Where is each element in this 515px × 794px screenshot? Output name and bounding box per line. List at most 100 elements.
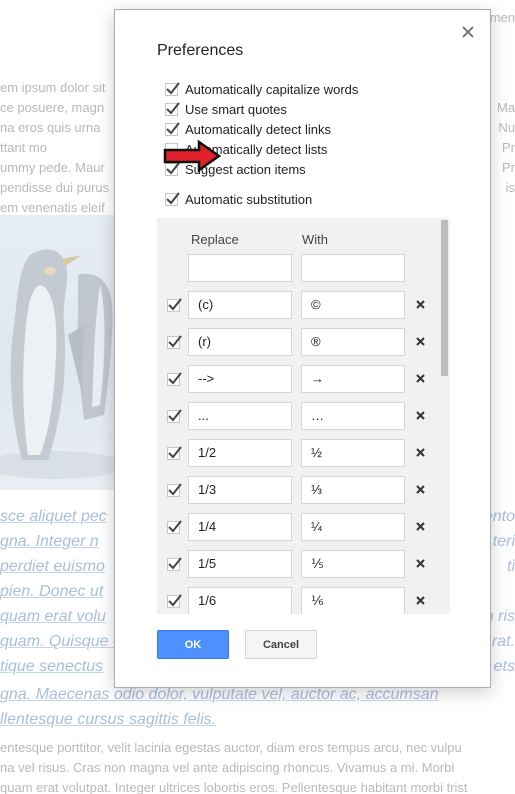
doc-link-line-right: ti: [507, 558, 515, 575]
doc-link-line: pien. Donec ut: [0, 583, 104, 600]
with-input[interactable]: ©: [301, 291, 405, 319]
with-input[interactable]: ½: [301, 439, 405, 467]
doc-line: na vel risus. Cras non magna vel ante ad…: [0, 760, 455, 775]
doc-link-line: gna. Maecenas odio dolor, vulputate vel,…: [0, 686, 439, 703]
row-checkbox[interactable]: [167, 594, 182, 608]
red-arrow-icon: [163, 139, 222, 173]
with-input[interactable]: ¼: [301, 513, 405, 541]
doc-link-line: gna. Integer n: [0, 533, 99, 550]
table-row: (r) ®: [157, 328, 440, 356]
checkmark-icon: [166, 191, 180, 204]
delete-icon[interactable]: [415, 410, 426, 421]
delete-icon[interactable]: [415, 595, 426, 606]
checkmark-icon: [168, 483, 182, 496]
automatic-substitution-checkbox[interactable]: [165, 191, 180, 206]
doc-line: na eros quis urna: [0, 120, 101, 135]
table-row: 1/3 ⅓: [157, 476, 440, 504]
table-row: --> →: [157, 365, 440, 393]
replace-input[interactable]: 1/4: [188, 513, 292, 541]
new-with-input[interactable]: [301, 254, 405, 282]
substitution-table: Replace With (c) © (r) ® --> → ... … 1/2…: [157, 218, 450, 614]
delete-icon[interactable]: [415, 336, 426, 347]
replace-input[interactable]: 1/6: [188, 587, 292, 614]
option-detect-links[interactable]: Automatically detect links: [165, 120, 331, 138]
replace-input[interactable]: 1/2: [188, 439, 292, 467]
option-smart-quotes[interactable]: Use smart quotes: [165, 100, 287, 118]
with-input[interactable]: ⅙: [301, 587, 405, 614]
replace-input[interactable]: 1/3: [188, 476, 292, 504]
doc-line: ttant mo: [0, 140, 47, 155]
column-header-with: With: [302, 232, 328, 247]
table-row: 1/4 ¼: [157, 513, 440, 541]
table-row: (c) ©: [157, 291, 440, 319]
checkmark-icon: [166, 101, 180, 114]
delete-icon[interactable]: [415, 484, 426, 495]
checkmark-icon: [168, 298, 182, 311]
table-scrollbar-thumb[interactable]: [441, 220, 448, 376]
row-checkbox[interactable]: [167, 520, 182, 534]
detect-links-checkbox[interactable]: [165, 121, 180, 136]
row-checkbox[interactable]: [167, 446, 182, 460]
checkmark-icon: [166, 81, 180, 94]
row-checkbox[interactable]: [167, 557, 182, 571]
doc-line-right: is: [505, 180, 515, 195]
row-checkbox[interactable]: [167, 409, 182, 423]
close-icon[interactable]: [460, 24, 476, 40]
doc-line: ce posuere, magn: [0, 100, 105, 115]
with-input[interactable]: ⅓: [301, 476, 405, 504]
checkmark-icon: [168, 409, 182, 422]
smart-quotes-checkbox[interactable]: [165, 101, 180, 116]
capitalize-words-checkbox[interactable]: [165, 81, 180, 96]
checkmark-icon: [168, 446, 182, 459]
row-checkbox[interactable]: [167, 483, 182, 497]
delete-icon[interactable]: [415, 521, 426, 532]
replace-input[interactable]: ...: [188, 402, 292, 430]
doc-line-right: Pr: [502, 140, 515, 155]
delete-icon[interactable]: [415, 447, 426, 458]
doc-line: quam erat volutpat. Integer ultrices lob…: [0, 780, 468, 794]
checkmark-icon: [168, 335, 182, 348]
row-checkbox[interactable]: [167, 298, 182, 312]
with-input[interactable]: …: [301, 402, 405, 430]
doc-link-line: quam erat volu: [0, 608, 106, 625]
option-capitalize-words[interactable]: Automatically capitalize words: [165, 80, 358, 98]
with-input[interactable]: ⅕: [301, 550, 405, 578]
cancel-button[interactable]: Cancel: [245, 630, 317, 659]
ok-button[interactable]: OK: [157, 630, 229, 659]
delete-icon[interactable]: [415, 373, 426, 384]
delete-icon[interactable]: [415, 558, 426, 569]
delete-icon[interactable]: [415, 299, 426, 310]
with-input[interactable]: ®: [301, 328, 405, 356]
preferences-dialog: Preferences Automatically capitalize wor…: [114, 9, 491, 688]
table-row: 1/5 ⅕: [157, 550, 440, 578]
doc-text-top-right: men: [489, 10, 515, 25]
checkmark-icon: [166, 121, 180, 134]
doc-link-line-right: ets: [493, 658, 515, 675]
doc-link-line: perdiet euismo: [0, 558, 105, 575]
option-label: Automatically detect links: [185, 121, 331, 137]
table-row: ... …: [157, 402, 440, 430]
replace-input[interactable]: -->: [188, 365, 292, 393]
doc-line: entesque porttitor, velit lacinia egesta…: [0, 740, 462, 755]
doc-link-line: quam. Quisque e: [0, 633, 122, 650]
doc-link-line-right: teri: [492, 533, 515, 550]
replace-input[interactable]: 1/5: [188, 550, 292, 578]
column-header-replace: Replace: [191, 232, 239, 247]
new-replace-input[interactable]: [188, 254, 292, 282]
option-label: Automatically capitalize words: [185, 81, 359, 97]
doc-link-line: sce aliquet pec: [0, 508, 107, 525]
doc-line-right: Nu: [498, 120, 515, 135]
option-automatic-substitution[interactable]: Automatic substitution: [165, 190, 312, 208]
option-label: Use smart quotes: [185, 101, 287, 117]
doc-link-line: llentesque cursus sagittis felis.: [0, 711, 217, 728]
with-input[interactable]: →: [301, 365, 405, 393]
checkmark-icon: [168, 520, 182, 533]
table-row: 1/2 ½: [157, 439, 440, 467]
row-checkbox[interactable]: [167, 335, 182, 349]
replace-input[interactable]: (r): [188, 328, 292, 356]
doc-line-right: Pr: [502, 160, 515, 175]
replace-input[interactable]: (c): [188, 291, 292, 319]
row-checkbox[interactable]: [167, 372, 182, 386]
doc-line-right: Ma: [496, 100, 515, 115]
checkmark-icon: [168, 372, 182, 385]
